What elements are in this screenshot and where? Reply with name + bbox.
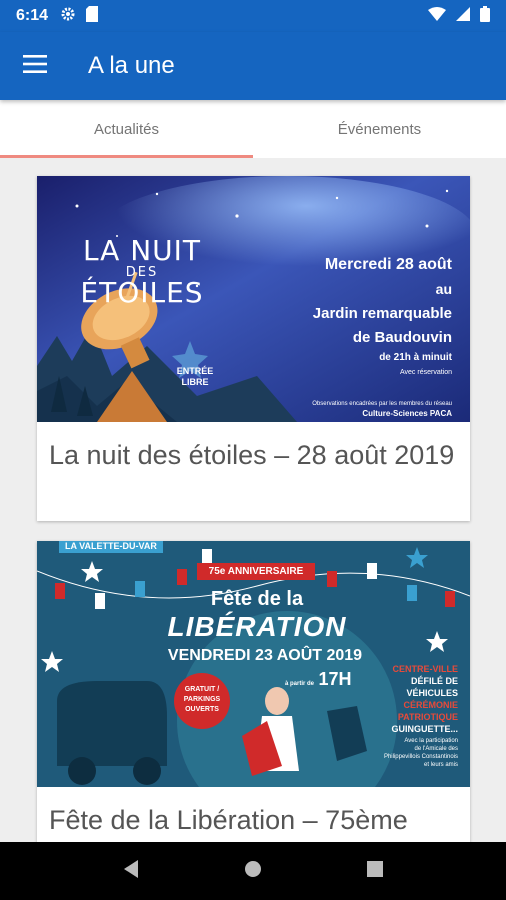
battery-icon: [480, 5, 490, 27]
status-time: 6:14: [16, 7, 49, 24]
card-image-fete-liberation[interactable]: LA VALETTE-DU-VAR 75e ANNIVERSAIRE Fête …: [37, 541, 470, 787]
sd-card-icon: [86, 5, 99, 27]
home-button[interactable]: [243, 859, 263, 884]
tab-evenements[interactable]: Événements: [253, 100, 506, 158]
status-bar: 6:14: [0, 0, 506, 32]
system-nav-bar: [0, 842, 506, 900]
poster-program: CENTRE-VILLE DÉFILÉ DE VÉHICULES CÉRÉMON…: [391, 664, 458, 734]
news-card[interactable]: LA VALETTE-DU-VAR 75e ANNIVERSAIRE Fête …: [37, 541, 470, 842]
poster-hour: à partir de 17H: [285, 669, 352, 689]
home-circle-icon: [244, 860, 261, 877]
poster-free-badge: GRATUIT / PARKINGS OUVERTS: [183, 686, 221, 713]
poster-details: Mercredi 28 août au Jardin remarquable d…: [312, 256, 452, 376]
news-card[interactable]: LA NUIT DES ÉTOILES ENTRÉE LIBRE Mercred…: [37, 176, 470, 521]
menu-button[interactable]: [0, 32, 70, 100]
poster-date: VENDREDI 23 AOÛT 2019: [167, 647, 363, 664]
hamburger-menu-icon: [23, 54, 47, 79]
poster-title: Fête de la LIBÉRATION: [167, 588, 347, 642]
card-title[interactable]: Fête de la Libération – 75ème: [37, 787, 470, 837]
signal-icon: [456, 6, 470, 26]
app-bar: A la une: [0, 32, 506, 100]
back-button[interactable]: [122, 859, 140, 884]
poster-location-tag: LA VALETTE-DU-VAR: [59, 541, 163, 553]
wifi-icon: [428, 6, 446, 26]
page-title: A la une: [88, 52, 175, 79]
recents-button[interactable]: [366, 860, 384, 883]
settings-gear-icon: [60, 6, 76, 27]
poster-entry-badge: ENTRÉE LIBRE: [176, 366, 214, 387]
news-feed[interactable]: LA NUIT DES ÉTOILES ENTRÉE LIBRE Mercred…: [0, 158, 506, 842]
poster-anniversary: 75e ANNIVERSAIRE: [197, 563, 315, 580]
recents-square-icon: [367, 860, 384, 877]
poster-footer: Observations encadrées par les membres d…: [312, 401, 452, 418]
card-image-nuit-des-etoiles[interactable]: LA NUIT DES ÉTOILES ENTRÉE LIBRE Mercred…: [37, 176, 470, 422]
poster-headline: LA NUIT DES ÉTOILES: [80, 234, 204, 309]
tab-actualites[interactable]: Actualités: [0, 100, 253, 158]
card-title[interactable]: La nuit des étoiles – 28 août 2019: [37, 422, 470, 472]
back-triangle-icon: [123, 859, 138, 878]
poster-credits: Avec la participation de l'Amicale des P…: [383, 738, 458, 768]
tab-bar: Actualités Événements: [0, 100, 506, 158]
